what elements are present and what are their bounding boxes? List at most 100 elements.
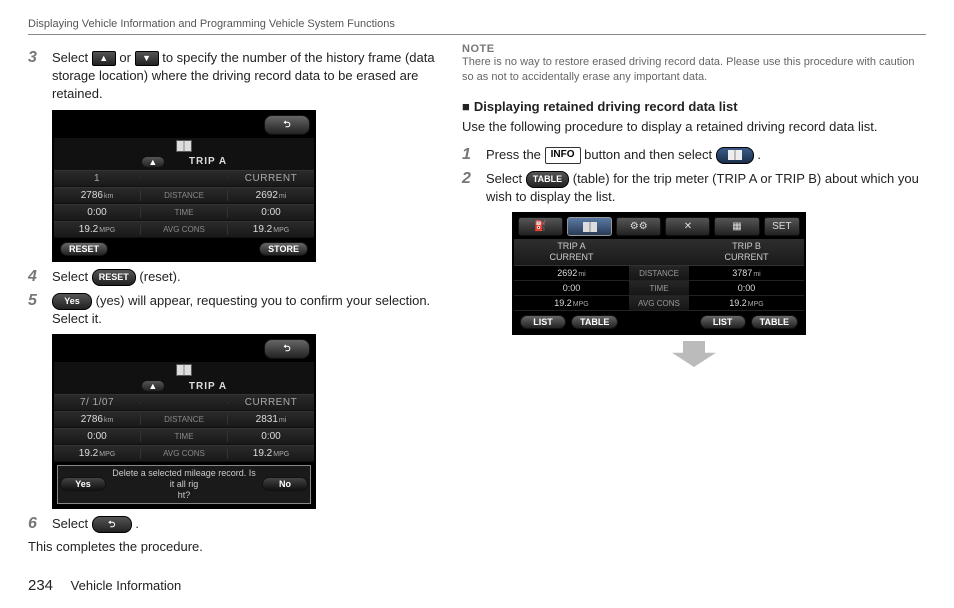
right-column: NOTE There is no way to restore erased d…	[462, 43, 926, 554]
bullet-icon: ■	[462, 99, 470, 114]
table-button[interactable]: TABLE	[526, 171, 569, 188]
yes-button[interactable]: Yes	[60, 477, 106, 491]
tools-tab-icon[interactable]: ✕	[665, 217, 710, 236]
step-3: 3 Select ▲ or ▼ to specify the number of…	[28, 49, 438, 104]
value: 19.2MPG	[228, 447, 314, 460]
trip-a-heading: TRIP A CURRENT	[514, 239, 629, 266]
book-icon	[176, 364, 192, 376]
list-button[interactable]: LIST	[520, 315, 566, 329]
list-button[interactable]: LIST	[700, 315, 746, 329]
value: 19.2MPG	[689, 298, 804, 308]
page-number: 234	[28, 577, 53, 594]
row-label: TIME	[629, 281, 689, 296]
step-body: Select ⮌ .	[52, 515, 438, 533]
back-button[interactable]: ⮌	[264, 339, 310, 359]
step-body: Select TABLE (table) for the trip meter …	[486, 170, 926, 206]
table-button[interactable]: TABLE	[571, 315, 618, 329]
text: (yes) will appear, requesting you to con…	[52, 293, 430, 326]
text: (reset).	[139, 269, 180, 284]
row-label: AVG CONS	[140, 448, 228, 459]
reset-button[interactable]: RESET	[60, 242, 108, 256]
text: Select	[52, 269, 88, 284]
set-button[interactable]: SET	[764, 217, 800, 236]
text: or	[119, 50, 131, 65]
paragraph: Use the following procedure to display a…	[462, 118, 926, 136]
row-label: TIME	[140, 431, 228, 442]
value: 2692mi	[228, 189, 314, 202]
completion-text: This completes the procedure.	[28, 539, 438, 554]
value: 0:00	[54, 206, 140, 219]
value: 19.2MPG	[228, 223, 314, 236]
step-6: 6 Select ⮌ .	[28, 515, 438, 533]
text: Press the	[486, 147, 541, 162]
tri-up-button[interactable]: ▲	[141, 380, 165, 392]
text: Select	[486, 171, 522, 186]
tri-up-button[interactable]: ▲	[141, 156, 165, 168]
row-label: AVG CONS	[140, 224, 228, 235]
step-number: 1	[462, 146, 478, 164]
no-button[interactable]: No	[262, 477, 308, 491]
step-number: 4	[28, 268, 44, 286]
screenshot-confirm-delete: ⮌ ▲ TRIP A 7/ 1/07 CURRENT 2786km DISTAN…	[52, 334, 316, 508]
note-heading: NOTE	[462, 43, 926, 55]
value: 19.2MPG	[514, 298, 629, 308]
value: 0:00	[689, 283, 804, 293]
row-label: DISTANCE	[140, 414, 228, 425]
r-step-1: 1 Press the INFO button and then select …	[462, 146, 926, 164]
yes-button[interactable]: Yes	[52, 293, 92, 310]
step-4: 4 Select RESET (reset).	[28, 268, 438, 286]
section-title: Vehicle Information	[71, 578, 182, 593]
reset-button[interactable]: RESET	[92, 269, 136, 286]
page-footer: 234 Vehicle Information	[28, 577, 181, 594]
table-button[interactable]: TABLE	[751, 315, 798, 329]
step-body: Select RESET (reset).	[52, 268, 438, 286]
back-button[interactable]: ⮌	[264, 115, 310, 135]
row-label: AVG CONS	[629, 296, 689, 311]
step-body: Press the INFO button and then select .	[486, 146, 926, 164]
page-header: Displaying Vehicle Information and Progr…	[28, 18, 926, 30]
book-tab-icon[interactable]	[567, 217, 612, 236]
fuel-tab-icon[interactable]: ⛽	[518, 217, 563, 236]
value: 19.2MPG	[54, 447, 140, 460]
screenshot-trip-compare: ⛽ ⚙⚙ ✕ ▦ SET TRIP A CURRENT	[512, 212, 806, 335]
value: 0:00	[228, 430, 314, 443]
store-button[interactable]: STORE	[259, 242, 308, 256]
col-head: CURRENT	[228, 396, 314, 409]
screenshot-trip-a: ⮌ ▲ TRIP A 1 CURRENT 2786km DISTANCE	[52, 110, 316, 262]
note-body: There is no way to restore erased drivin…	[462, 55, 926, 85]
down-arrow-icon	[672, 341, 716, 367]
value: 2786km	[54, 413, 140, 426]
maintenance-tab-icon[interactable]: ⚙⚙	[616, 217, 661, 236]
up-button[interactable]: ▲	[92, 51, 116, 66]
calendar-tab-icon[interactable]: ▦	[714, 217, 759, 236]
row-label: DISTANCE	[140, 190, 228, 201]
value: 2786km	[54, 189, 140, 202]
col-head: 7/ 1/07	[54, 396, 140, 409]
text: Select	[52, 50, 88, 65]
value: 3787mi	[689, 268, 804, 278]
blank-heading	[629, 239, 689, 266]
text: button and then select	[584, 147, 712, 162]
step-number: 5	[28, 292, 44, 328]
back-button[interactable]: ⮌	[92, 516, 132, 533]
header-rule	[28, 34, 926, 35]
info-button[interactable]: INFO	[545, 147, 581, 164]
value: 2831mi	[228, 413, 314, 426]
text: .	[757, 147, 761, 162]
col-head: 1	[54, 172, 140, 185]
step-number: 2	[462, 170, 478, 206]
step-number: 3	[28, 49, 44, 104]
trip-label: TRIP A	[189, 381, 227, 392]
subhead-text: Displaying retained driving record data …	[474, 99, 738, 114]
col-head: CURRENT	[228, 172, 314, 185]
value: 0:00	[228, 206, 314, 219]
down-button[interactable]: ▼	[135, 51, 159, 66]
row-label: DISTANCE	[629, 266, 689, 281]
step-body: Select ▲ or ▼ to specify the number of t…	[52, 49, 438, 104]
row-label: TIME	[140, 207, 228, 218]
trip-b-heading: TRIP B CURRENT	[689, 239, 804, 266]
book-button[interactable]	[716, 147, 754, 164]
step-5: 5 Yes (yes) will appear, requesting you …	[28, 292, 438, 328]
value: 0:00	[514, 283, 629, 293]
dialog-message: Delete a selected mileage record. Is it …	[110, 468, 258, 500]
